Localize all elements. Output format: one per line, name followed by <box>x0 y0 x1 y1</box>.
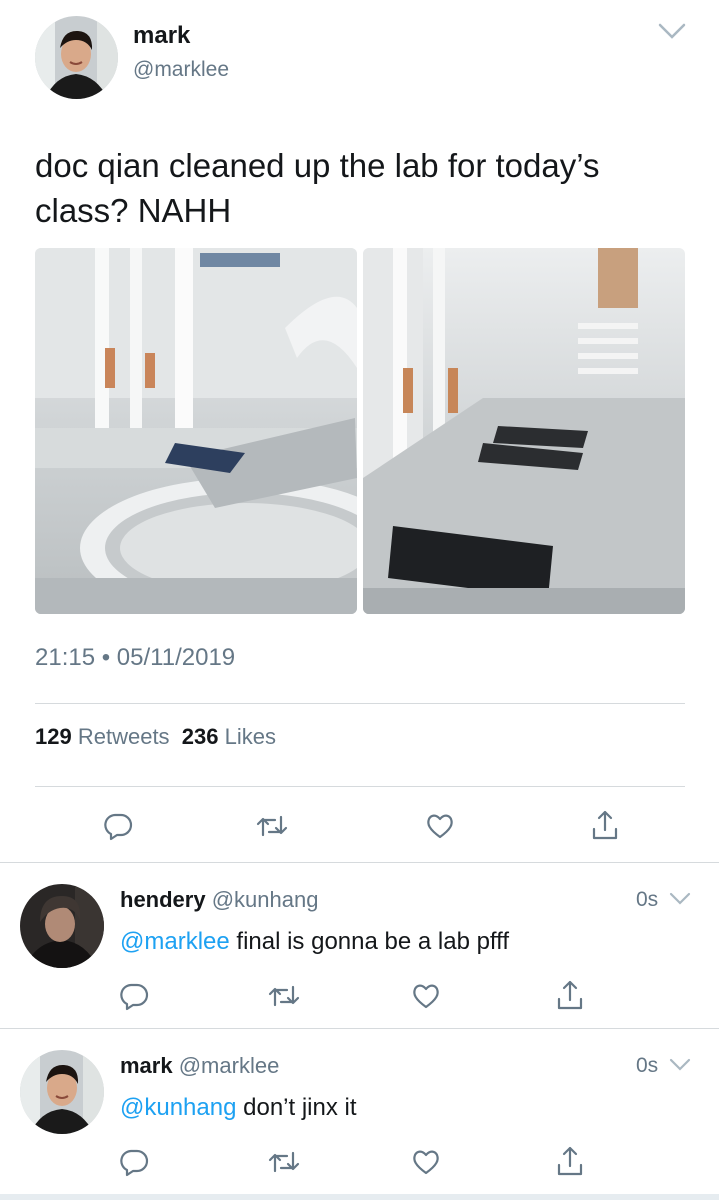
lab-photo-1[interactable] <box>35 248 357 614</box>
share-icon <box>592 810 618 840</box>
reply-icon <box>104 813 133 841</box>
reply-text: @marklee final is gonna be a lab pfff <box>120 928 509 956</box>
retweet-button[interactable] <box>252 806 292 846</box>
reply-body: don’t jinx it <box>236 1094 357 1121</box>
chevron-down-icon[interactable] <box>668 1057 692 1073</box>
heart-icon <box>427 814 453 839</box>
retweet-icon <box>268 985 300 1007</box>
reply-author[interactable]: hendery @kunhang <box>120 887 318 913</box>
reply-text: @kunhang don’t jinx it <box>120 1094 357 1122</box>
like-button[interactable] <box>406 1142 446 1182</box>
divider <box>35 786 685 787</box>
reply-button[interactable] <box>98 806 138 846</box>
like-label[interactable]: Likes <box>225 724 276 749</box>
divider <box>0 1028 719 1029</box>
reply-author[interactable]: mark @marklee <box>120 1053 279 1079</box>
share-icon <box>557 1146 583 1176</box>
reply-body: final is gonna be a lab pfff <box>229 928 510 955</box>
like-button[interactable] <box>420 806 460 846</box>
author-avatar[interactable] <box>35 16 118 99</box>
retweet-count[interactable]: 129 <box>35 724 72 749</box>
share-button[interactable] <box>550 1140 590 1182</box>
reply-avatar[interactable] <box>20 1050 104 1134</box>
heart-icon <box>413 1150 439 1175</box>
like-button[interactable] <box>406 976 446 1016</box>
tweet-text: doc qian cleaned up the lab for today’s … <box>35 147 600 229</box>
share-button[interactable] <box>585 804 625 846</box>
author-name[interactable]: mark <box>133 22 190 50</box>
reply-icon <box>120 1149 149 1177</box>
reply-avatar[interactable] <box>20 884 104 968</box>
chevron-down-icon[interactable] <box>657 22 687 40</box>
retweet-icon <box>256 815 288 837</box>
reply-mention[interactable]: @kunhang <box>120 1094 236 1121</box>
reply-icon <box>120 983 149 1011</box>
lab-photo-2[interactable] <box>363 248 685 614</box>
share-button[interactable] <box>550 974 590 1016</box>
like-count[interactable]: 236 <box>182 724 219 749</box>
reply-author-handle[interactable]: @marklee <box>179 1053 280 1078</box>
reply-button[interactable] <box>114 976 154 1016</box>
divider <box>0 1194 719 1200</box>
reply-author-name[interactable]: mark <box>120 1053 173 1078</box>
reply-time: 0s <box>636 888 659 911</box>
retweet-button[interactable] <box>264 976 304 1016</box>
author-handle[interactable]: @marklee <box>133 58 229 82</box>
share-icon <box>557 980 583 1010</box>
retweet-button[interactable] <box>264 1142 304 1182</box>
tweet-timestamp[interactable]: 21:15 • 05/11/2019 <box>35 644 235 672</box>
chevron-down-icon[interactable] <box>668 891 692 907</box>
heart-icon <box>413 984 439 1009</box>
reply-author-name[interactable]: hendery <box>120 887 206 912</box>
reply-time: 0s <box>636 1054 659 1077</box>
tweet-stats: 129 Retweets 236 Likes <box>35 724 276 750</box>
reply-mention[interactable]: @marklee <box>120 928 230 955</box>
reply-author-handle[interactable]: @kunhang <box>212 887 319 912</box>
retweet-label[interactable]: Retweets <box>78 724 170 749</box>
retweet-icon <box>268 1151 300 1173</box>
reply-button[interactable] <box>114 1142 154 1182</box>
divider <box>35 703 685 704</box>
divider <box>0 862 719 863</box>
